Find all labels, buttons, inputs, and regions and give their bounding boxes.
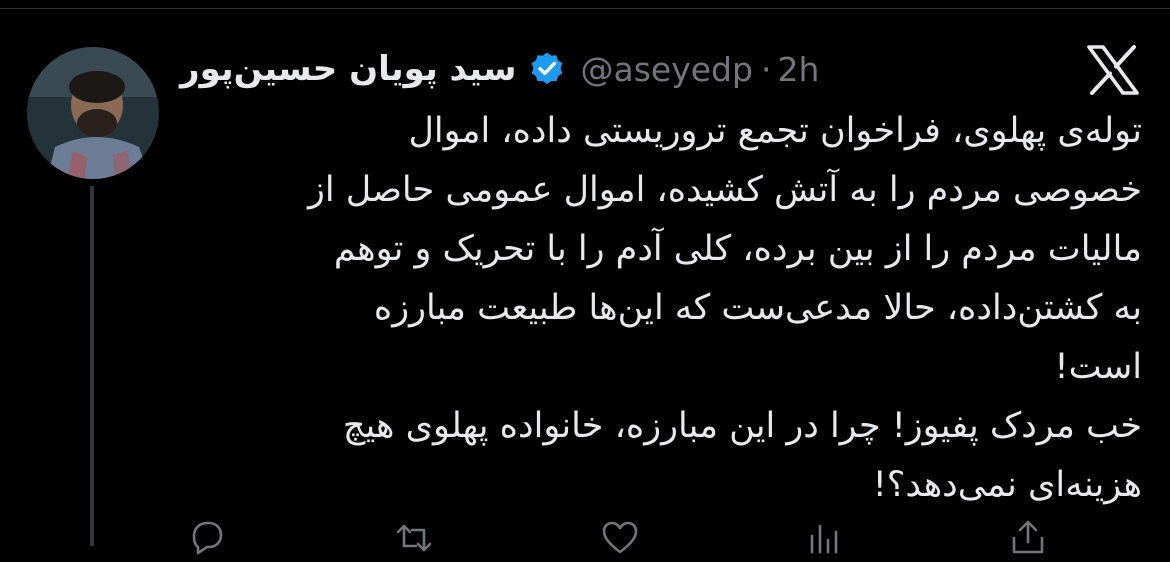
user-handle[interactable]: @aseyedp [581,50,753,89]
tweet-text-line: هزینه‌ای نمی‌دهد؟! [872,465,1142,505]
display-name[interactable]: سید پویان حسین‌پور [180,49,517,89]
avatar[interactable] [27,47,159,179]
like-icon[interactable] [600,518,640,558]
tweet-text-line: است! [1054,347,1142,387]
tweet-text-line: به کشتن‌داده، حالا مدعی‌ست که این‌ها طبی… [373,288,1142,328]
share-icon[interactable] [1008,518,1048,558]
top-divider [0,8,1170,9]
post-time[interactable]: 2h [777,50,819,89]
x-logo-icon[interactable] [1085,45,1141,95]
repost-icon[interactable] [394,518,434,558]
verified-badge-icon [529,51,565,87]
tweet-text-line: خصوصی مردم را به آتش کشیده، اموال عمومی … [307,170,1142,210]
views-icon[interactable] [804,518,844,558]
avatar-photo [27,47,159,179]
tweet-header: سید پویان حسین‌پور @aseyedp · 2h [180,40,920,98]
reply-icon[interactable] [186,518,226,558]
tweet-text: توله‌ی پهلوی، فراخوان تجمع تروریستی داده… [178,102,1142,515]
tweet-text-line: توله‌ی پهلوی، فراخوان تجمع تروریستی داده… [408,111,1142,151]
separator-dot: · [760,49,772,89]
thread-line [90,186,94,546]
tweet-text-line: مالیات مردم را از بین برده، کلی آدم را ب… [333,229,1142,269]
action-bar [180,518,1060,558]
tweet-text-line: خب مردک پفیوز! چرا در این مبارزه، خانواد… [342,406,1142,446]
